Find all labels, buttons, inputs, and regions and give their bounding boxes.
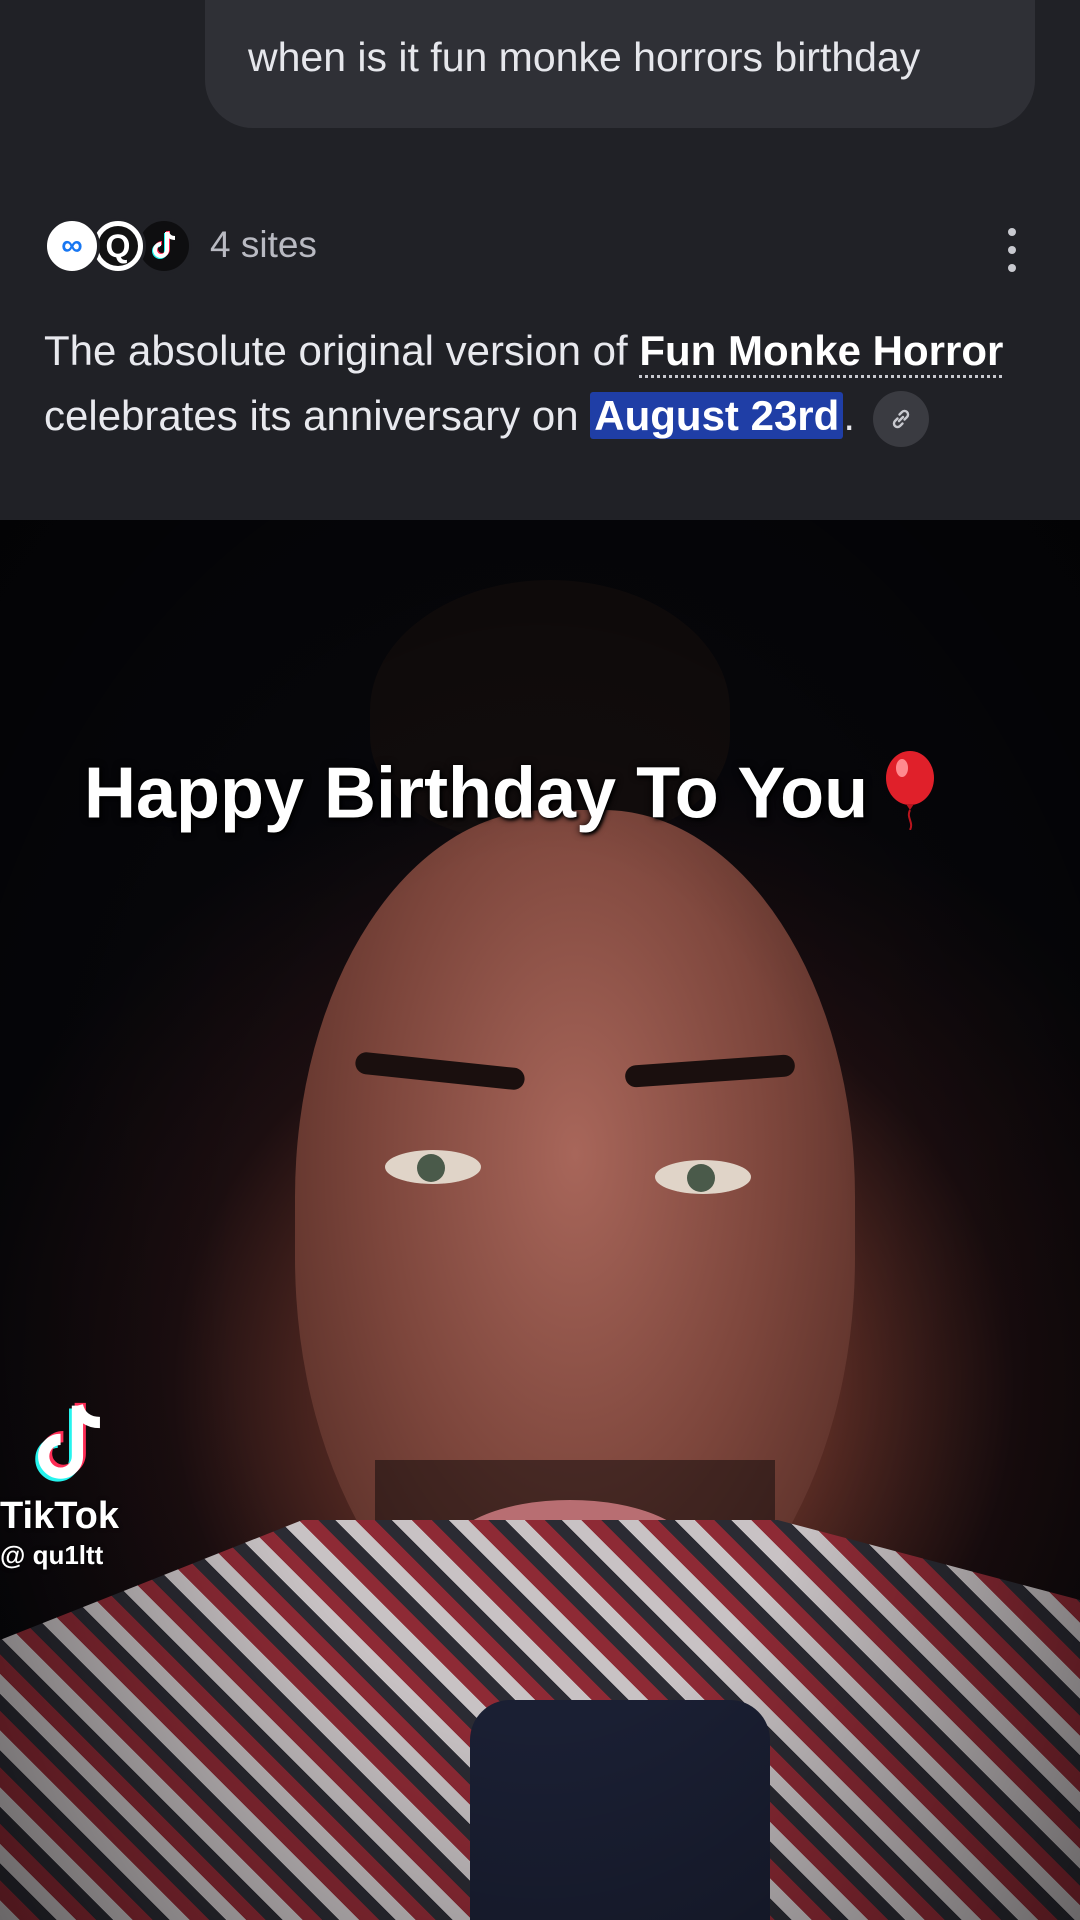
answer-date-highlight: August 23rd	[590, 392, 844, 439]
tiktok-username: @ qu1ltt	[0, 1540, 104, 1570]
answer-text: The absolute original version of Fun Mon…	[44, 318, 1034, 448]
user-query-text: when is it fun monke horrors birthday	[248, 34, 921, 80]
answer-part: The absolute original version of	[44, 327, 640, 374]
video-caption: Happy Birthday To You	[84, 750, 938, 847]
answer-keyword-link[interactable]: Fun Monke Horror	[639, 327, 1003, 374]
vignette	[0, 520, 1080, 1920]
balloon-icon	[882, 750, 938, 847]
sources-button[interactable]: ∞ Q 4 sites	[44, 218, 1044, 278]
dot	[1008, 246, 1016, 254]
answer-part: .	[843, 392, 855, 439]
tiktok-watermark-icon	[24, 1400, 114, 1490]
citation-link-button[interactable]	[872, 390, 929, 447]
sources-count: 4 sites	[210, 224, 317, 265]
dot	[1008, 228, 1016, 236]
chat-area: when is it fun monke horrors birthday ∞ …	[0, 0, 1080, 520]
video-frame[interactable]: Happy Birthday To You TikTok @ qu1ltt	[0, 520, 1080, 1920]
caption-text: Happy Birthday To You	[84, 753, 869, 834]
meta-icon: ∞	[44, 218, 100, 274]
dot	[1008, 264, 1016, 272]
more-options-button[interactable]	[1000, 228, 1024, 272]
link-icon	[892, 409, 910, 429]
tiktok-watermark-text: TikTok	[0, 1495, 119, 1537]
answer-part: celebrates its anniversary on	[44, 392, 591, 439]
